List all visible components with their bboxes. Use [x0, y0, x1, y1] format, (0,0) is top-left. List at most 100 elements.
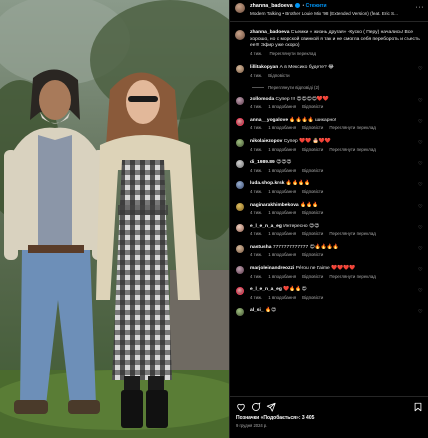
- commenter-username[interactable]: nikolaiezopov: [250, 139, 282, 144]
- commenter-username[interactable]: naginarakhimbekova: [250, 203, 299, 208]
- comments-list[interactable]: zhanna_badoeva Съемки « жизнь другая» -К…: [230, 24, 428, 396]
- reply-link[interactable]: Відповісти: [302, 168, 323, 173]
- comment-like-icon[interactable]: ♡: [418, 162, 423, 167]
- caption-time: 4 тиж.: [250, 50, 263, 56]
- comment-emoji: 🔥😍: [264, 308, 277, 314]
- translate-link[interactable]: Переглянути переклад: [329, 274, 375, 279]
- commenter-avatar[interactable]: [236, 266, 244, 275]
- commenter-username[interactable]: zollomoda: [250, 97, 274, 102]
- commenter-avatar[interactable]: [236, 244, 244, 253]
- comment-meta: 4 тиж. 1 вподобання Відповісти: [250, 252, 410, 259]
- comment-likes[interactable]: 1 вподобання: [268, 104, 296, 109]
- comment-like-icon[interactable]: ♡: [418, 204, 423, 210]
- likes-count[interactable]: Позначки «Подобається»: 3 405: [236, 415, 423, 421]
- commenter-username[interactable]: al_si_: [250, 308, 264, 313]
- commenter-username[interactable]: nastusha: [250, 245, 271, 250]
- comment-likes[interactable]: 1 вподобання: [268, 274, 296, 279]
- comment-emoji: ❤️🔥🔥😍: [283, 287, 307, 293]
- commenter-avatar[interactable]: [236, 138, 244, 147]
- commenter-avatar[interactable]: [236, 287, 244, 296]
- post-photo[interactable]: [0, 0, 229, 438]
- commenter-avatar[interactable]: [236, 308, 244, 317]
- reply-link[interactable]: Відповісти: [268, 73, 289, 78]
- view-replies-link[interactable]: Переглянути відповіді (2): [230, 85, 428, 90]
- commenter-avatar[interactable]: [236, 96, 244, 105]
- comment-likes[interactable]: 1 вподобання: [268, 168, 296, 173]
- comment-item: luda.shop.krsk 🔥🔥🔥🔥 4 тиж. 1 вподобання Від…: [230, 181, 428, 195]
- commenter-username[interactable]: e_l_e_n_a_eg: [250, 287, 282, 292]
- comment-body: nikolaiezopov Супер ❤️❤️ 🎂❤️❤️ 4 тиж. 1 вп…: [250, 139, 410, 153]
- comment-items: lillitakopyan А в Мексико будете? 😂 4 тиж…: [230, 65, 428, 317]
- comment-item: naginarakhimbekova 🔥🔥🔥 4 тиж. 1 вподобання…: [230, 202, 428, 217]
- commenter-avatar[interactable]: [236, 65, 244, 74]
- reply-link[interactable]: Відповісти: [302, 189, 323, 194]
- save-icon[interactable]: [413, 402, 423, 412]
- comment-likes[interactable]: 1 вподобання: [268, 147, 296, 152]
- reply-link[interactable]: Відповісти: [302, 252, 323, 257]
- comment-likes[interactable]: 1 вподобання: [268, 295, 296, 300]
- more-options-icon[interactable]: ···: [416, 4, 425, 11]
- comment-icon[interactable]: [251, 402, 261, 412]
- commenter-username[interactable]: di_1989.89: [250, 160, 275, 165]
- comment-emoji: 😍🔥🔥🔥🔥: [309, 244, 340, 250]
- comment-body: nastusha 7777777777777 😍🔥🔥🔥🔥 4 тиж. 1 впод…: [250, 245, 410, 259]
- view-replies-label[interactable]: Переглянути відповіді (2): [268, 85, 319, 90]
- comment-likes[interactable]: 1 вподобання: [268, 231, 296, 236]
- commenter-username[interactable]: lillitakopyan: [250, 65, 278, 70]
- reply-link[interactable]: Відповісти: [302, 147, 323, 152]
- comment-like-icon[interactable]: ♡: [418, 98, 423, 104]
- comment-like-icon[interactable]: ♡: [418, 119, 423, 125]
- comment-text: 7777777777777: [272, 244, 309, 250]
- comment-text: Супер: [283, 138, 298, 144]
- comment-emoji: 🔥🔥🔥: [300, 202, 319, 208]
- comment-item: al_si_ 🔥😍 ♡: [230, 308, 428, 317]
- follow-button[interactable]: Стежити: [306, 3, 327, 9]
- like-icon[interactable]: [236, 402, 246, 412]
- comment-emoji: ❤️❤️ 🎂❤️❤️: [299, 138, 331, 144]
- comment-like-icon[interactable]: ♡: [418, 310, 423, 315]
- commenter-username[interactable]: e_l_e_n_a_eg: [250, 224, 282, 229]
- comment-time: 4 тиж.: [250, 231, 263, 237]
- author-username[interactable]: zhanna_badoeva: [250, 3, 293, 9]
- reply-link[interactable]: Відповісти: [302, 125, 323, 130]
- comment-like-icon[interactable]: ♡: [418, 246, 423, 252]
- comment-like-icon[interactable]: ♡: [418, 268, 423, 273]
- reply-link[interactable]: Відповісти: [302, 295, 323, 300]
- commenter-username[interactable]: anna__yogalove: [250, 118, 288, 123]
- author-avatar[interactable]: [235, 3, 245, 13]
- comment-likes[interactable]: 1 вподобання: [268, 125, 296, 130]
- comment-emoji: 😍😍😍😍❤️❤️: [296, 96, 329, 102]
- reply-link[interactable]: Відповісти: [302, 274, 323, 279]
- comment-likes[interactable]: 1 вподобання: [268, 189, 296, 194]
- translate-link[interactable]: Переглянути переклад: [329, 147, 375, 152]
- comment-like-icon[interactable]: ♡: [418, 289, 423, 294]
- commenter-username[interactable]: marjoleinandreozzi: [250, 266, 294, 271]
- comment-meta: 4 тиж. 1 вподобання Відповісти: [250, 295, 410, 302]
- share-icon[interactable]: [266, 402, 276, 412]
- comment-text: Интересно: [283, 223, 308, 229]
- comment-time: 4 тиж.: [250, 210, 263, 216]
- translate-link[interactable]: Переглянути переклад: [329, 125, 375, 130]
- commenter-avatar[interactable]: [236, 223, 244, 232]
- reply-link[interactable]: Відповісти: [302, 231, 323, 236]
- reply-link[interactable]: Відповісти: [302, 210, 323, 215]
- commenter-avatar[interactable]: [236, 160, 244, 169]
- comment-like-icon[interactable]: ♡: [418, 183, 423, 188]
- caption-translate-link[interactable]: Переглянути переклад: [270, 51, 316, 56]
- reply-link[interactable]: Відповісти: [302, 104, 323, 109]
- caption-username[interactable]: zhanna_badoeva: [250, 30, 289, 35]
- comment-like-icon[interactable]: ♡: [418, 67, 423, 72]
- caption-avatar[interactable]: [235, 30, 245, 40]
- comment-like-icon[interactable]: ♡: [418, 225, 423, 231]
- comment-likes[interactable]: 1 вподобання: [268, 252, 296, 257]
- audio-track[interactable]: Modern Talking • Brother Louie Mix '98 (…: [250, 10, 398, 17]
- comment-like-icon[interactable]: ♡: [418, 140, 423, 146]
- commenter-avatar[interactable]: [236, 202, 244, 211]
- commenter-avatar[interactable]: [236, 181, 244, 190]
- commenter-username[interactable]: luda.shop.krsk: [250, 181, 285, 186]
- comment-meta: 4 тиж. 1 вподобання Відповісти Переглянути …: [250, 274, 410, 281]
- photo-illustration: [0, 0, 229, 438]
- translate-link[interactable]: Переглянути переклад: [329, 231, 375, 236]
- commenter-avatar[interactable]: [236, 117, 244, 126]
- comment-likes[interactable]: 1 вподобання: [268, 210, 296, 215]
